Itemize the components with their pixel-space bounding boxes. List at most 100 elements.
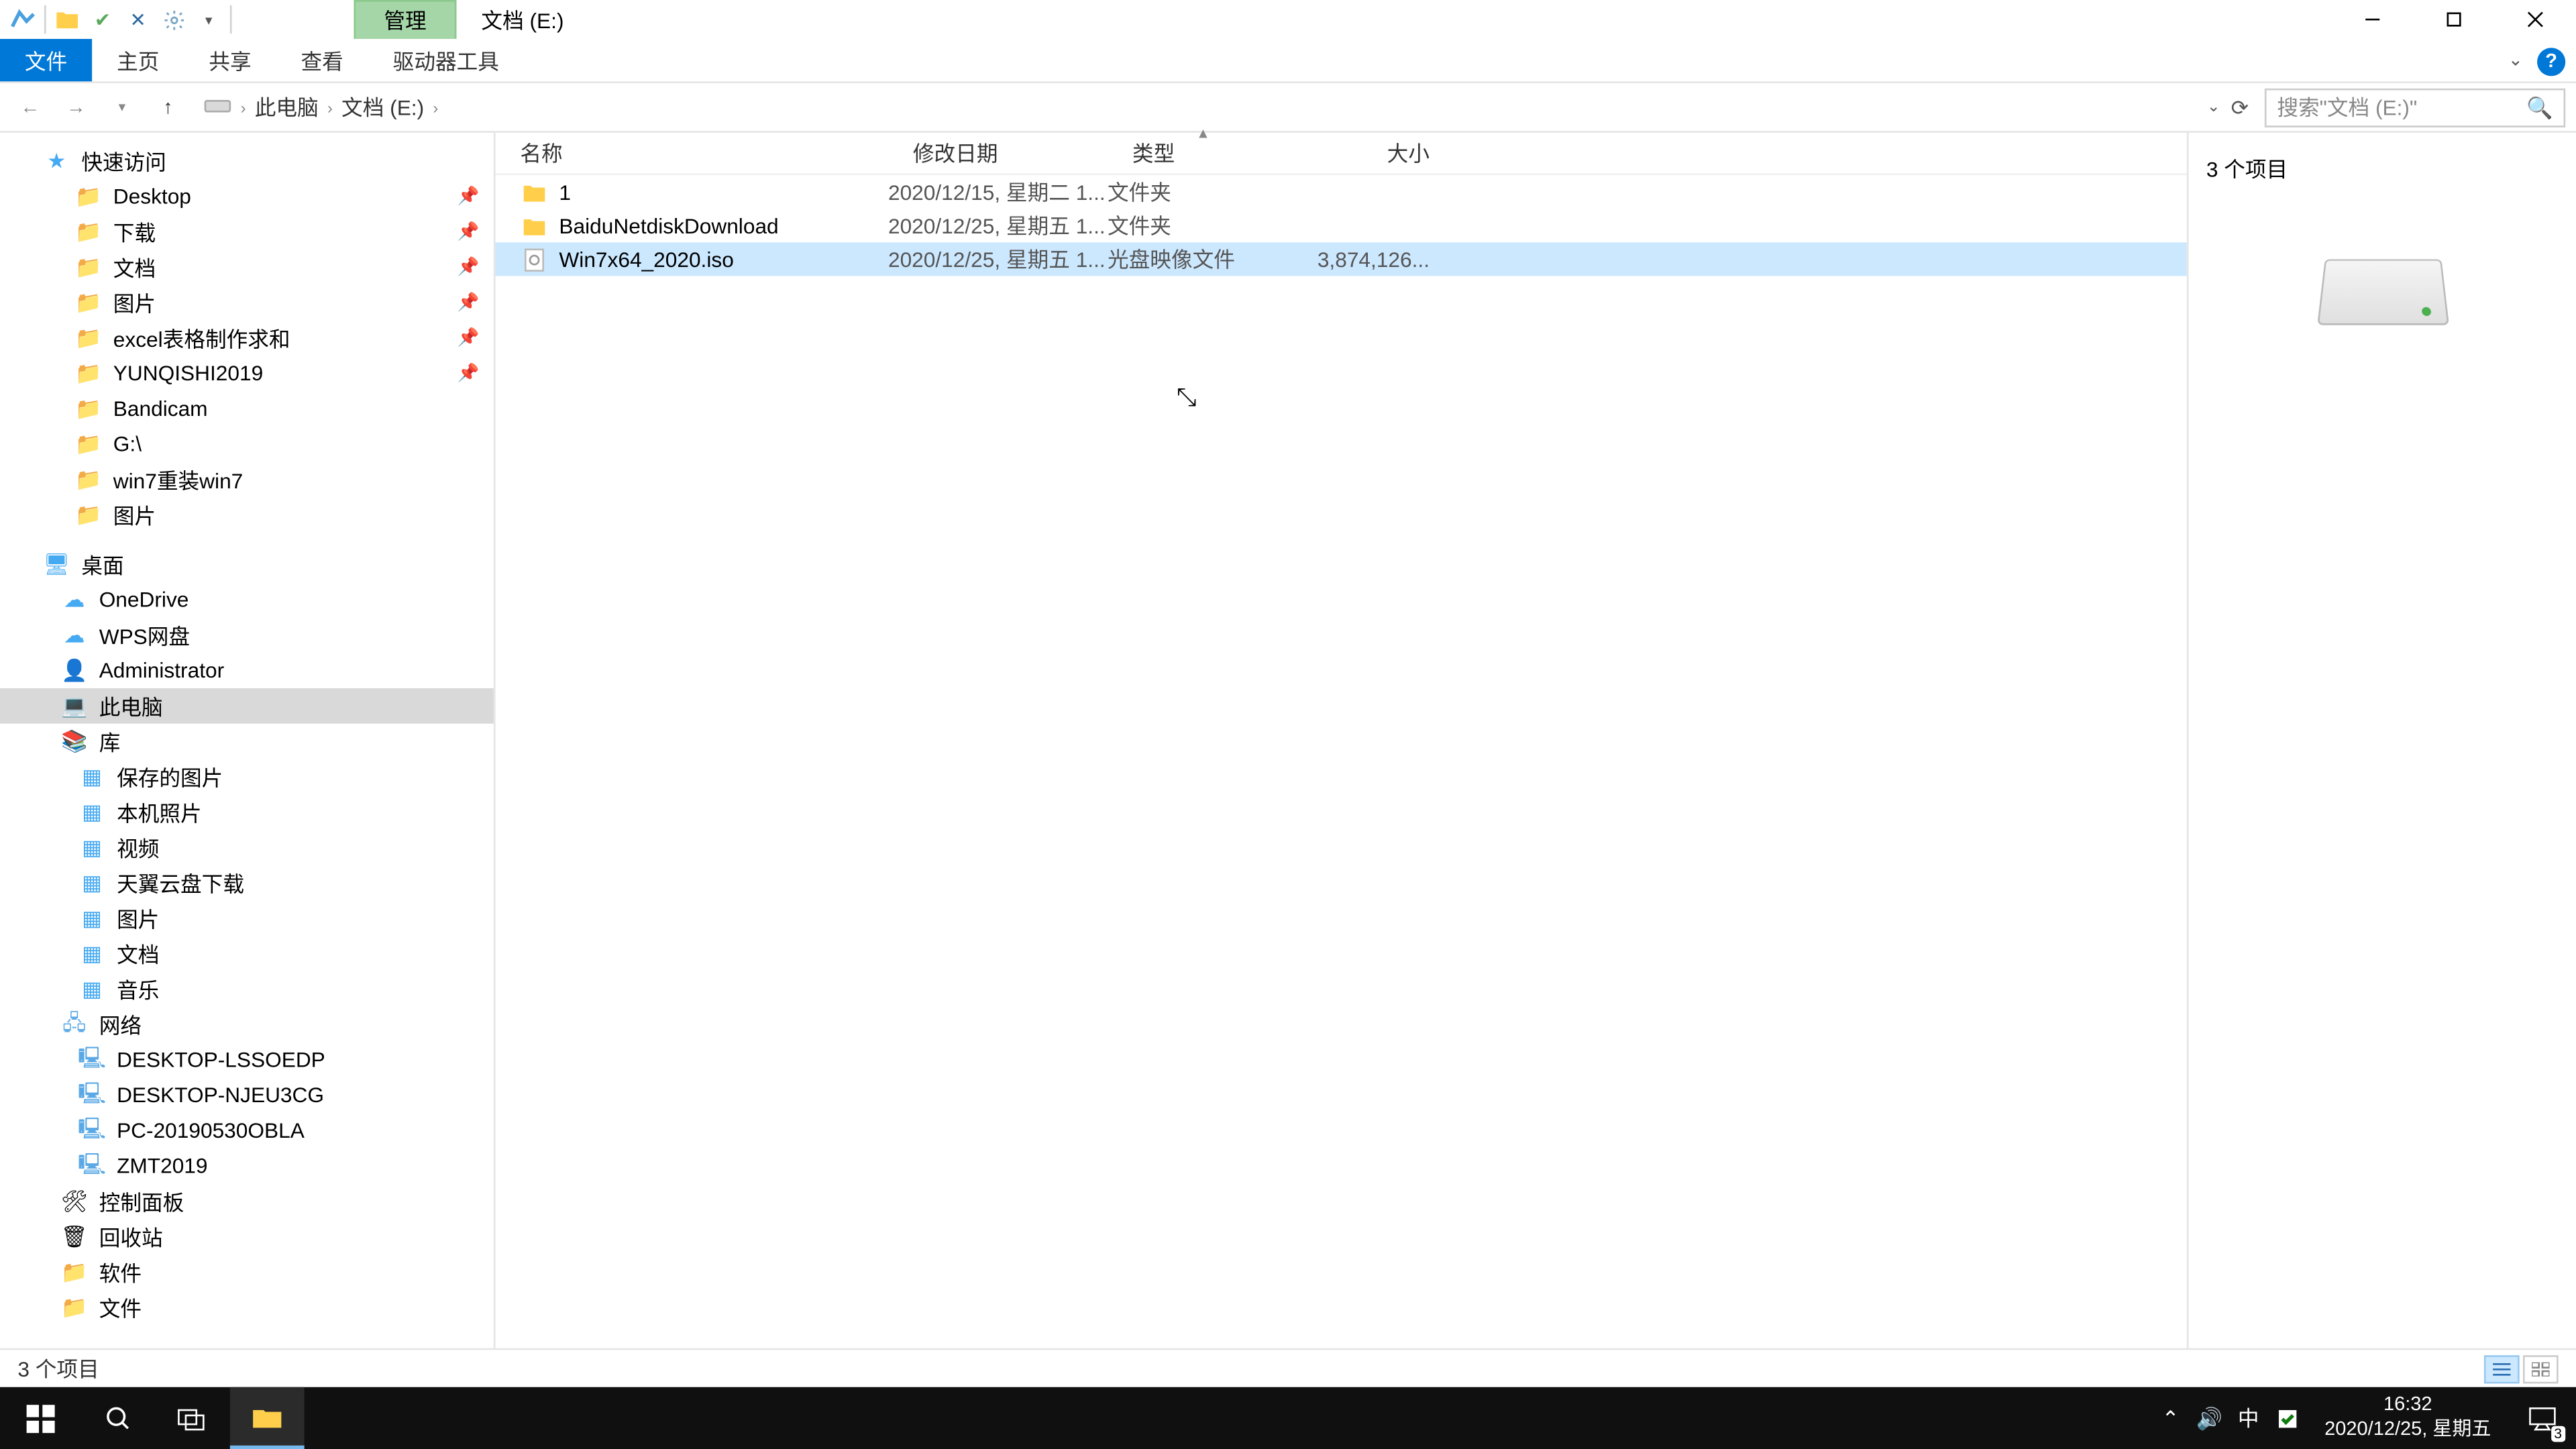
forward-button[interactable]: → [56,88,95,127]
tree-control-panel[interactable]: 🛠 控制面板 [0,1183,494,1219]
tree-item[interactable]: 🖳DESKTOP-LSSOEDP [0,1042,494,1077]
taskbar-clock[interactable]: 16:32 2020/12/25, 星期五 [2307,1395,2509,1442]
file-name: 1 [559,180,571,205]
tree-item[interactable]: ▦图片 [0,900,494,936]
thumbnails-view-button[interactable] [2523,1354,2559,1383]
security-icon[interactable] [2268,1387,2307,1449]
tree-software-folder[interactable]: 📁 软件 [0,1254,494,1290]
column-type[interactable]: 类型 [1108,138,1288,168]
tree-label: 库 [99,727,121,757]
tree-item[interactable]: 📁YUNQISHI2019📌 [0,356,494,391]
breadcrumb[interactable]: › 此电脑 › 文档 (E:) › ⌄ ⟳ [195,88,2257,127]
history-dropdown-icon[interactable]: ▾ [103,88,142,127]
tree-item[interactable]: 📁图片 [0,497,494,533]
file-date: 2020/12/15, 星期二 1... [888,177,1108,207]
context-tab-manage[interactable]: 管理 [354,0,456,39]
checkmark-icon[interactable]: ✔ [87,3,118,35]
tree-item[interactable]: ☁WPS网盘 [0,617,494,653]
drive-icon [2316,260,2449,325]
tree-item[interactable]: ▦文档 [0,936,494,971]
tree-item[interactable]: 📁Desktop📌 [0,178,494,214]
tree-item[interactable]: ☁OneDrive [0,582,494,618]
tree-quick-access[interactable]: ★ 快速访问 [0,144,494,179]
wps-icon: ☁ [60,621,89,649]
qat-dropdown-icon[interactable]: ▾ [193,3,224,35]
start-button[interactable] [0,1387,81,1449]
column-size[interactable]: 大小 [1288,138,1447,168]
volume-icon[interactable]: 🔊 [2190,1387,2229,1449]
tree-network[interactable]: 🖧 网络 [0,1007,494,1042]
tree-item[interactable]: ▦音乐 [0,971,494,1007]
chevron-right-icon[interactable]: › [239,98,248,115]
cursor-icon: ⤡ [1177,382,1197,413]
tree-item[interactable]: 📁下载📌 [0,214,494,250]
tab-share[interactable]: 共享 [184,39,276,81]
folder-icon: 📁 [74,394,103,423]
tree-item[interactable]: ▦保存的图片 [0,759,494,794]
network-icon: 🖧 [60,1010,89,1038]
back-button[interactable]: ← [11,88,50,127]
control-panel-icon: 🛠 [60,1187,89,1216]
file-row[interactable]: BaiduNetdiskDownload2020/12/25, 星期五 1...… [495,209,2186,242]
close-icon[interactable]: ✕ [122,3,154,35]
tree-item[interactable]: ▦视频 [0,830,494,865]
chevron-right-icon[interactable]: › [325,98,334,115]
tree-item[interactable]: 📁G:\ [0,427,494,462]
help-icon[interactable]: ? [2537,47,2565,75]
tree-recycle-bin[interactable]: 🗑 回收站 [0,1219,494,1254]
tree-label: 快速访问 [81,146,166,176]
tab-file[interactable]: 文件 [0,39,92,81]
app-icon[interactable] [7,3,39,35]
file-row[interactable]: Win7x64_2020.iso2020/12/25, 星期五 1...光盘映像… [495,242,2186,276]
tree-label: 软件 [99,1257,142,1287]
search-input[interactable]: 搜索"文档 (E:)" 🔍 [2265,88,2565,127]
tree-item[interactable]: 🖳DESKTOP-NJEU3CG [0,1077,494,1113]
folder-icon[interactable] [51,3,83,35]
task-view-button[interactable] [156,1387,230,1449]
tree-item[interactable]: 🖳PC-20190530OBLA [0,1113,494,1148]
tab-view[interactable]: 查看 [276,39,368,81]
minimize-button[interactable] [2332,0,2413,39]
tab-home[interactable]: 主页 [92,39,184,81]
address-dropdown-icon[interactable]: ⌄ [2207,97,2220,117]
tree-desktop[interactable]: 🖥 桌面 [0,547,494,582]
column-name[interactable]: 名称 [495,138,888,168]
ime-indicator[interactable]: 中 [2229,1387,2268,1449]
column-date[interactable]: 修改日期 [888,138,1108,168]
tree-item[interactable]: 🖳ZMT2019 [0,1148,494,1184]
tree-label: 本机照片 [117,797,202,827]
tree-item[interactable]: ▦天翼云盘下载 [0,865,494,901]
tab-drive-tools[interactable]: 驱动器工具 [368,39,524,81]
tree-item[interactable]: 💻此电脑 [0,688,494,724]
crumb-drive[interactable]: 文档 (E:) [341,92,424,122]
tree-item[interactable]: 📁excel表格制作求和📌 [0,320,494,356]
close-button[interactable] [2495,0,2576,39]
up-button[interactable]: ↑ [149,88,188,127]
details-view-button[interactable] [2484,1354,2520,1383]
file-list[interactable]: ▲ 名称 修改日期 类型 大小 12020/12/15, 星期二 1...文件夹… [495,133,2186,1366]
library-item-icon: ▦ [78,869,106,897]
refresh-icon[interactable]: ⟳ [2231,95,2249,119]
search-button[interactable] [81,1387,156,1449]
tree-item[interactable]: 📁文档📌 [0,250,494,285]
tree-label: 图片 [113,288,156,318]
tray-overflow-icon[interactable]: ⌃ [2151,1387,2190,1449]
tree-item[interactable]: 📁Bandicam [0,391,494,427]
tree-item[interactable]: 📁win7重装win7 [0,462,494,497]
tree-label: PC-20190530OBLA [117,1118,305,1143]
maximize-button[interactable] [2413,0,2494,39]
tree-item[interactable]: 📁图片📌 [0,285,494,321]
crumb-this-pc[interactable]: 此电脑 [255,92,319,122]
search-icon[interactable]: 🔍 [2526,95,2553,119]
tree-files-folder[interactable]: 📁 文件 [0,1290,494,1326]
expand-ribbon-icon[interactable]: ⌄ [2508,51,2523,70]
navigation-tree[interactable]: ★ 快速访问 📁Desktop📌📁下载📌📁文档📌📁图片📌📁excel表格制作求和… [0,133,495,1366]
file-row[interactable]: 12020/12/15, 星期二 1...文件夹 [495,175,2186,209]
tree-item[interactable]: 📚库 [0,724,494,759]
taskbar-file-explorer[interactable] [230,1387,305,1449]
gear-icon[interactable] [158,3,189,35]
chevron-right-icon[interactable]: › [431,98,440,115]
tree-item[interactable]: ▦本机照片 [0,794,494,830]
action-center-button[interactable]: 3 [2509,1387,2576,1449]
tree-item[interactable]: 👤Administrator [0,653,494,688]
